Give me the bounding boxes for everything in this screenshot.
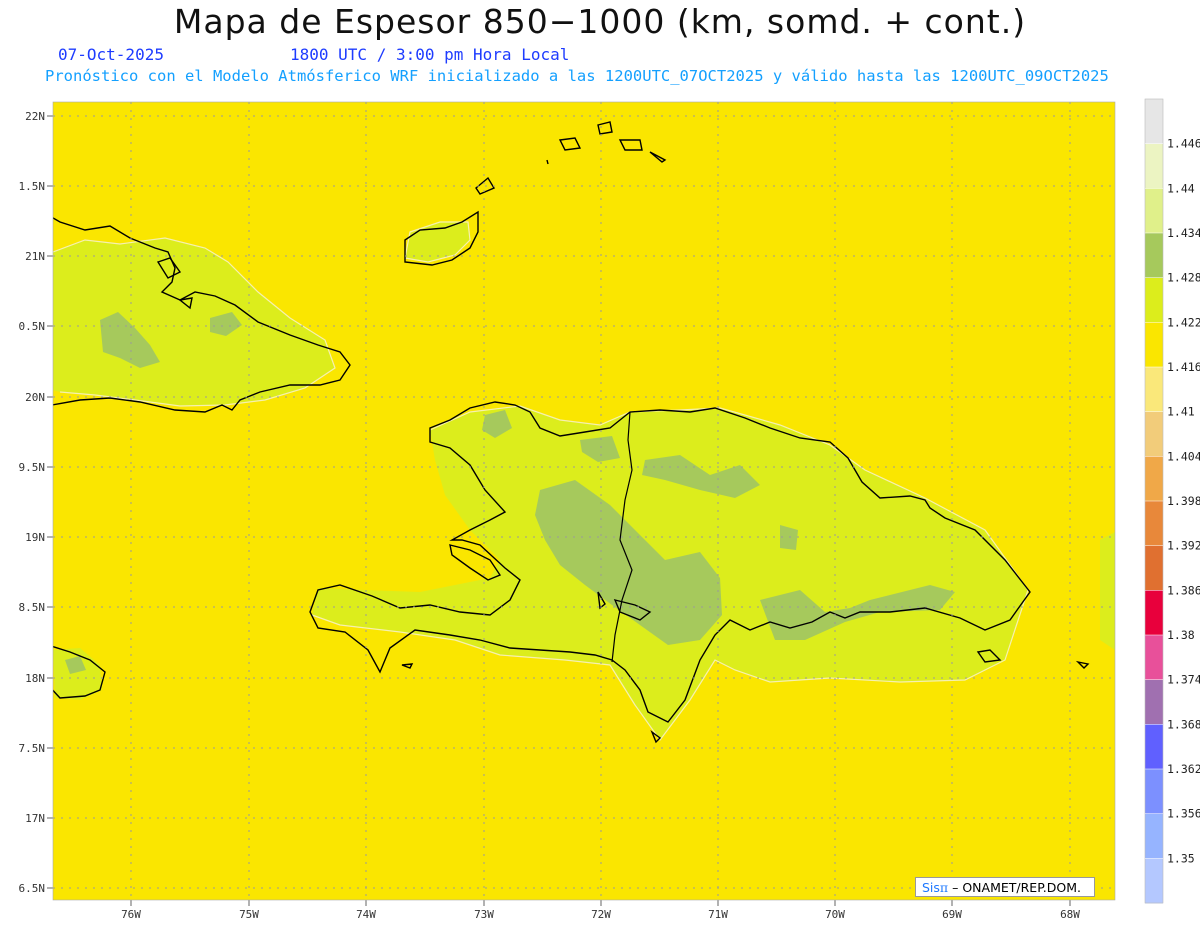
lon-label: 76W bbox=[121, 908, 141, 921]
lon-label: 70W bbox=[825, 908, 845, 921]
colorbar-label: 1.392 bbox=[1167, 539, 1200, 553]
colorbar-label: 1.416 bbox=[1167, 360, 1200, 374]
colorbar-swatch bbox=[1145, 769, 1163, 815]
colorbar-swatch bbox=[1145, 411, 1163, 457]
lat-label: 18N bbox=[25, 672, 45, 685]
lon-label: 68W bbox=[1060, 908, 1080, 921]
colorbar-swatch bbox=[1145, 501, 1163, 547]
colorbar-swatch bbox=[1145, 724, 1163, 770]
lon-label: 75W bbox=[239, 908, 259, 921]
colorbar-swatch bbox=[1145, 813, 1163, 859]
colorbar-swatch bbox=[1145, 367, 1163, 413]
colorbar-swatch bbox=[1145, 456, 1163, 502]
colorbar-label: 1.368 bbox=[1167, 717, 1200, 731]
colorbar-label: 1.404 bbox=[1167, 449, 1200, 463]
lat-label: 9.5N bbox=[19, 461, 46, 474]
lon-label: 69W bbox=[942, 908, 962, 921]
lat-label: 0.5N bbox=[19, 320, 46, 333]
colorbar-swatch bbox=[1145, 858, 1163, 904]
credit-org: – ONAMET/REP.DOM. bbox=[952, 880, 1081, 895]
colorbar-swatch bbox=[1145, 143, 1163, 189]
colorbar-swatch bbox=[1145, 233, 1163, 279]
lat-label: 6.5N bbox=[19, 882, 46, 895]
colorbar-swatch bbox=[1145, 99, 1163, 145]
colorbar-swatch bbox=[1145, 590, 1163, 636]
colorbar-label: 1.374 bbox=[1167, 673, 1200, 687]
colorbar-label: 1.422 bbox=[1167, 315, 1200, 329]
lon-label: 71W bbox=[708, 908, 728, 921]
lon-label: 74W bbox=[356, 908, 376, 921]
colorbar-swatch bbox=[1145, 679, 1163, 725]
lon-label: 73W bbox=[474, 908, 494, 921]
lon-label: 72W bbox=[591, 908, 611, 921]
colorbar-label: 1.398 bbox=[1167, 494, 1200, 508]
colorbar-label: 1.386 bbox=[1167, 583, 1200, 597]
pi-icon: π bbox=[939, 880, 949, 895]
lat-label: 1.5N bbox=[19, 180, 46, 193]
colorbar: 1.446 1.44 1.434 1.428 1.422 1.416 1.41 1.404 1.… bbox=[1144, 98, 1200, 904]
colorbar-label: 1.434 bbox=[1167, 226, 1200, 240]
lat-label: 22N bbox=[25, 110, 45, 123]
colorbar-swatch bbox=[1145, 277, 1163, 323]
colorbar-label: 1.362 bbox=[1167, 762, 1200, 776]
colorbar-swatch bbox=[1145, 545, 1163, 591]
colorbar-label: 1.356 bbox=[1167, 807, 1200, 821]
lat-label: 17N bbox=[25, 812, 45, 825]
colorbar-label: 1.41 bbox=[1167, 405, 1195, 419]
lat-label: 19N bbox=[25, 531, 45, 544]
colorbar-label: 1.446 bbox=[1167, 137, 1200, 151]
colorbar-label: 1.428 bbox=[1167, 271, 1200, 285]
colorbar-swatch bbox=[1145, 322, 1163, 368]
lat-label: 20N bbox=[25, 391, 45, 404]
credit-box: Sisπ – ONAMET/REP.DOM. bbox=[915, 877, 1095, 897]
lat-label: 7.5N bbox=[19, 742, 46, 755]
colorbar-label: 1.44 bbox=[1167, 181, 1195, 195]
thickness-map: 22N 1.5N 21N 0.5N 20N 9.5N 19N 8.5N 18N 7.5N 17N 6.… bbox=[19, 98, 1200, 921]
lat-label: 8.5N bbox=[19, 601, 46, 614]
colorbar-swatch bbox=[1145, 188, 1163, 234]
colorbar-swatch bbox=[1145, 635, 1163, 681]
colorbar-label: 1.38 bbox=[1167, 628, 1195, 642]
lat-label: 21N bbox=[25, 250, 45, 263]
credit-sis: Sis bbox=[922, 880, 940, 895]
colorbar-label: 1.35 bbox=[1167, 851, 1195, 865]
